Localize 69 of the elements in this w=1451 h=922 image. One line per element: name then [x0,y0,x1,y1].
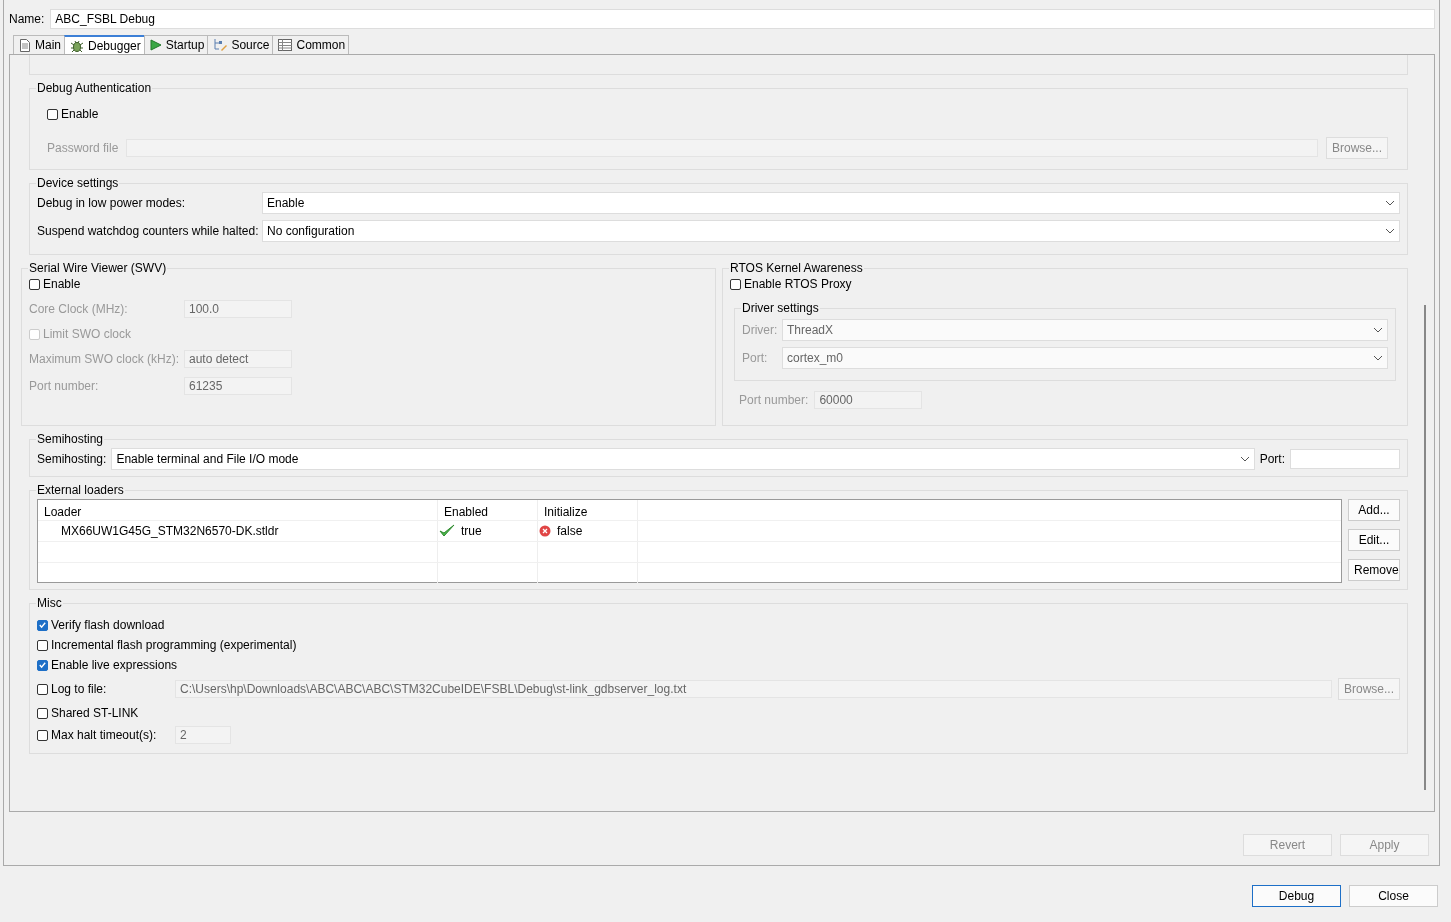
tab[interactable]: Source [207,35,274,54]
scrollbar-thumb[interactable] [1424,305,1426,790]
checkbox[interactable] [37,659,48,671]
field-label: Suspend watchdog counters while halted: [37,224,260,238]
tab[interactable]: Debugger [64,35,145,54]
checkbox[interactable] [37,707,48,719]
checkbox[interactable] [730,278,741,290]
dropdown[interactable]: Enable [262,192,1400,214]
dropdown[interactable]: No configuration [262,220,1400,242]
field-label: Port: [742,351,769,365]
dialog-button[interactable]: Debug [1252,885,1341,907]
checkbox-label: Enable live expressions [51,658,178,672]
group-title: Device settings [36,176,120,190]
chevron-down-icon [1385,228,1395,234]
bug-icon [70,38,84,53]
checkbox-label: Incremental flash programming (experimental) [51,638,297,652]
group-title: Debug Authentication [36,81,153,95]
group-title: External loaders [36,483,125,497]
checkbox-label: Max halt timeout(s): [51,728,157,742]
checkbox-label: Enable RTOS Proxy [744,277,852,291]
field-label: Driver: [742,323,779,337]
dialog-button[interactable]: Close [1349,885,1438,907]
checkbox[interactable] [47,108,58,120]
field-label: Debug in low power modes: [37,196,187,210]
name-field[interactable]: ABC_FSBL Debug [50,9,1435,29]
dropdown[interactable]: Enable terminal and File I/O mode [111,448,1255,470]
checkbox[interactable] [37,619,48,631]
column-header: Enabled [438,500,538,520]
chevron-down-icon [1373,355,1383,361]
field-label: Core Clock (MHz): [29,302,129,316]
port-field[interactable] [1290,449,1400,469]
field-label: Password file [47,141,119,155]
tab[interactable]: Startup [143,35,209,54]
group-title: Semihosting [36,432,105,446]
field-label: Port number: [29,379,100,393]
checkbox-label: Limit SWO clock [43,327,131,341]
checkbox[interactable] [29,278,40,290]
chevron-down-icon [1385,200,1395,206]
column-header: Loader [38,500,438,520]
loader-button[interactable]: Edit... [1348,529,1400,551]
table-cell: true [461,524,482,538]
field-label: Port: [1259,452,1285,466]
column-header: Initialize [538,500,638,520]
checkbox[interactable] [37,639,48,651]
checkbox-label: Log to file: [51,682,107,696]
group-title: RTOS Kernel Awareness [729,261,864,275]
play-icon [149,39,162,51]
field-label: Port number: [739,393,809,407]
chevron-down-icon [1373,327,1383,333]
tree-icon [213,38,228,52]
name-label: Name: [9,12,45,26]
table-icon [278,39,293,51]
tab[interactable]: Main [13,35,65,54]
field-label: Maximum SWO clock (kHz): [29,352,180,366]
table-cell-text: MX66UW1G45G_STM32N6570-DK.stldr [60,524,279,538]
field-label: Semihosting: [37,452,107,466]
loader-button[interactable]: Remove [1348,559,1400,581]
group-title: Serial Wire Viewer (SWV) [28,261,168,275]
checkbox-label: Shared ST-LINK [51,706,139,720]
group-title: Misc [36,596,63,610]
chevron-down-icon [1239,456,1250,462]
table-cell: false [557,524,583,538]
checkbox-label: Verify flash download [51,618,165,632]
checkbox-label: Enable [43,277,81,291]
page-icon [19,38,31,52]
loader-button[interactable]: Add... [1348,499,1400,521]
checkbox-label: Enable [61,107,99,121]
tab[interactable]: Common [272,35,350,54]
group-title: Driver settings [741,301,820,315]
